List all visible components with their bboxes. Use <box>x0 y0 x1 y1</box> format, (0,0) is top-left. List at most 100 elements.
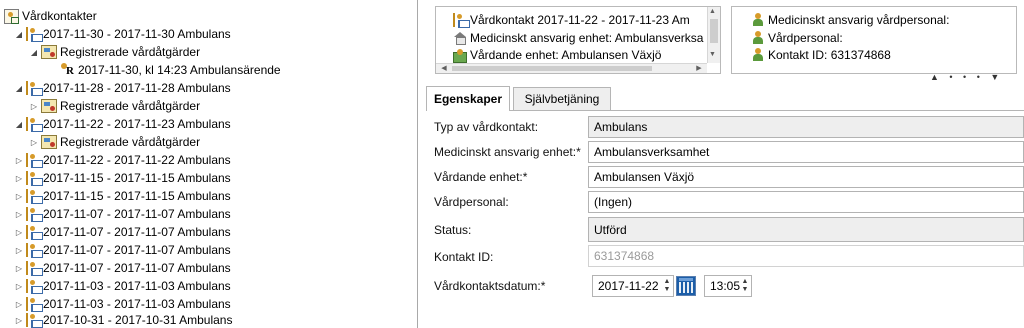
tree-item-registered-actions[interactable]: ◢ Registrerade vårdåtgärder <box>29 43 200 61</box>
collapsed-arrow-icon[interactable]: ▷ <box>14 315 24 325</box>
summary-med-unit-line: Medicinskt ansvarig enhet: Ambulansverks… <box>453 31 703 45</box>
care-contact-icon <box>26 171 43 186</box>
date-value: 2017-11-22 <box>598 279 659 293</box>
registered-actions-icon <box>41 45 57 59</box>
status-field: Utförd <box>588 217 1024 242</box>
collapsed-arrow-icon[interactable]: ▷ <box>14 227 24 237</box>
collapsed-arrow-icon[interactable]: ▷ <box>14 173 24 183</box>
contact-id-label: Kontakt ID: <box>434 250 494 264</box>
tree-item-label: 2017-11-22 - 2017-11-23 Ambulans <box>43 117 231 131</box>
care-contact-icon <box>26 117 43 132</box>
ambulance-case-icon <box>61 63 75 77</box>
tree-item-contact[interactable]: ▷ 2017-11-07 - 2017-11-07 Ambulans <box>14 259 231 277</box>
expanded-arrow-icon[interactable]: ◢ <box>14 83 24 93</box>
care-unit-field[interactable]: Ambulansen Växjö <box>588 166 1024 188</box>
tab-label: Egenskaper <box>433 92 503 106</box>
summary-pager[interactable]: ▲ • • • ▼ <box>930 72 1003 82</box>
tree-item-label: 2017-11-07 - 2017-11-07 Ambulans <box>43 261 231 275</box>
summary-care-unit-text: Vårdande enhet: Ambulansen Växjö <box>470 48 662 62</box>
collapsed-arrow-icon[interactable]: ▷ <box>29 101 39 111</box>
collapsed-arrow-icon[interactable]: ▷ <box>14 209 24 219</box>
tab-egenskaper[interactable]: Egenskaper <box>426 86 510 111</box>
date-label: Vårdkontaktsdatum:* <box>434 279 546 293</box>
tree-item-contact[interactable]: ◢ 2017-11-22 - 2017-11-23 Ambulans <box>14 115 231 133</box>
status-value: Utförd <box>594 222 627 237</box>
staff-field[interactable]: (Ingen) <box>588 191 1024 213</box>
tree-item-registered-actions[interactable]: ▷ Registrerade vårdåtgärder <box>29 97 200 115</box>
med-unit-label: Medicinskt ansvarig enhet:* <box>434 145 581 159</box>
tree-item-label: Registrerade vårdåtgärder <box>60 135 201 149</box>
scrollbar-thumb[interactable] <box>710 19 718 43</box>
care-contact-icon <box>26 225 43 240</box>
care-contact-icon <box>453 13 470 28</box>
time-value: 13:05 <box>710 279 741 293</box>
summary-care-unit-line: Vårdande enhet: Ambulansen Växjö <box>453 48 662 63</box>
time-input[interactable]: 13:05 ▲ ▼ <box>704 275 752 297</box>
tree-item-contact[interactable]: ▷ 2017-11-15 - 2017-11-15 Ambulans <box>14 169 231 187</box>
tree-item-registered-actions[interactable]: ▷ Registrerade vårdåtgärder <box>29 133 200 151</box>
expanded-arrow-icon[interactable]: ◢ <box>29 47 39 57</box>
tree-item-contact[interactable]: ▷ 2017-11-15 - 2017-11-15 Ambulans <box>14 187 231 205</box>
tree-item-label: 2017-11-30 - 2017-11-30 Ambulans <box>43 27 231 41</box>
collapsed-arrow-icon[interactable]: ▷ <box>14 281 24 291</box>
tab-sjalvbetjaning[interactable]: Självbetjäning <box>513 87 611 110</box>
tree-item-contact[interactable]: ▷ 2017-11-07 - 2017-11-07 Ambulans <box>14 241 231 259</box>
collapsed-arrow-icon[interactable]: ▷ <box>14 299 24 309</box>
scroll-down-icon[interactable]: ▼ <box>706 51 719 58</box>
contact-summary-box: Vårdkontakt 2017-11-22 - 2017-11-23 Am M… <box>435 6 721 74</box>
scroll-up-icon[interactable]: ▲ <box>706 8 719 15</box>
contact-id-field: 631374868 <box>588 245 1024 267</box>
tree-item-label: 2017-10-31 - 2017-10-31 Ambulans <box>43 313 233 327</box>
calendar-icon[interactable] <box>676 276 696 296</box>
tree-item-contact[interactable]: ▷ 2017-11-03 - 2017-11-03 Ambulans <box>14 277 231 295</box>
time-spinner-icon[interactable]: ▲ ▼ <box>741 278 749 294</box>
tab-divider <box>426 110 1024 111</box>
tree-item-contact[interactable]: ▷ 2017-11-07 - 2017-11-07 Ambulans <box>14 223 231 241</box>
care-contact-icon <box>26 261 43 276</box>
scrollbar-thumb[interactable] <box>452 66 652 71</box>
collapsed-arrow-icon[interactable]: ▷ <box>29 137 39 147</box>
collapsed-arrow-icon[interactable]: ▷ <box>14 263 24 273</box>
type-field: Ambulans <box>588 116 1024 138</box>
summary-staff-line: Vårdpersonal: <box>752 31 843 45</box>
registered-actions-icon <box>41 99 57 113</box>
date-spinner-icon[interactable]: ▲ ▼ <box>663 278 671 294</box>
details-panel: Egenskaper Självbetjäning Typ av vårdkon… <box>426 82 1024 328</box>
tree-item-label: 2017-11-30, kl 14:23 Ambulansärende <box>78 63 281 77</box>
staff-summary-box: Medicinskt ansvarig vårdpersonal: Vårdpe… <box>731 6 1017 74</box>
tree-item-label: Registrerade vårdåtgärder <box>60 45 201 59</box>
care-unit-icon <box>453 48 467 63</box>
care-contact-icon <box>26 243 43 258</box>
care-contact-icon <box>26 153 43 168</box>
collapsed-arrow-icon[interactable]: ▷ <box>14 155 24 165</box>
tree-root[interactable]: Vårdkontakter <box>2 7 97 25</box>
med-unit-field[interactable]: Ambulansverksamhet <box>588 141 1024 163</box>
summary-contact-id-line: Kontakt ID: 631374868 <box>752 48 891 62</box>
tree-item-contact[interactable]: ▷ 2017-11-22 - 2017-11-22 Ambulans <box>14 151 231 169</box>
summary-staff-text: Vårdpersonal: <box>768 31 843 45</box>
tree-item-contact[interactable]: ◢ 2017-11-28 - 2017-11-28 Ambulans <box>14 79 231 97</box>
scroll-left-icon[interactable]: ◀ <box>436 64 452 72</box>
tree-item-label: Registrerade vårdåtgärder <box>60 99 201 113</box>
tree-item-case[interactable]: 2017-11-30, kl 14:23 Ambulansärende <box>59 61 281 79</box>
vertical-scrollbar[interactable]: ▲ ▼ <box>707 7 720 63</box>
summary-med-unit-text: Medicinskt ansvarig enhet: Ambulansverks… <box>470 31 704 45</box>
registered-actions-icon <box>41 135 57 149</box>
tree-item-label: 2017-11-03 - 2017-11-03 Ambulans <box>43 297 231 311</box>
care-contacts-tree[interactable]: Vårdkontakter ◢ 2017-11-30 - 2017-11-30 … <box>0 0 418 328</box>
date-input[interactable]: 2017-11-22 ▲ ▼ <box>592 275 674 297</box>
care-contact-icon <box>26 27 43 42</box>
tree-item-label: 2017-11-03 - 2017-11-03 Ambulans <box>43 279 231 293</box>
horizontal-scrollbar[interactable]: ◀ ▶ <box>436 63 707 73</box>
expanded-arrow-icon[interactable]: ◢ <box>14 29 24 39</box>
collapsed-arrow-icon[interactable]: ▷ <box>14 245 24 255</box>
person-icon <box>752 13 764 27</box>
staff-label: Vårdpersonal: <box>434 195 509 209</box>
collapsed-arrow-icon[interactable]: ▷ <box>14 191 24 201</box>
tree-item-contact[interactable]: ▷ 2017-11-07 - 2017-11-07 Ambulans <box>14 205 231 223</box>
tree-item-contact[interactable]: ◢ 2017-11-30 - 2017-11-30 Ambulans <box>14 25 231 43</box>
expanded-arrow-icon[interactable]: ◢ <box>14 119 24 129</box>
tree-item-contact[interactable]: ▷ 2017-10-31 - 2017-10-31 Ambulans <box>14 311 232 328</box>
scroll-right-icon[interactable]: ▶ <box>691 64 707 72</box>
type-label: Typ av vårdkontakt: <box>434 120 539 134</box>
